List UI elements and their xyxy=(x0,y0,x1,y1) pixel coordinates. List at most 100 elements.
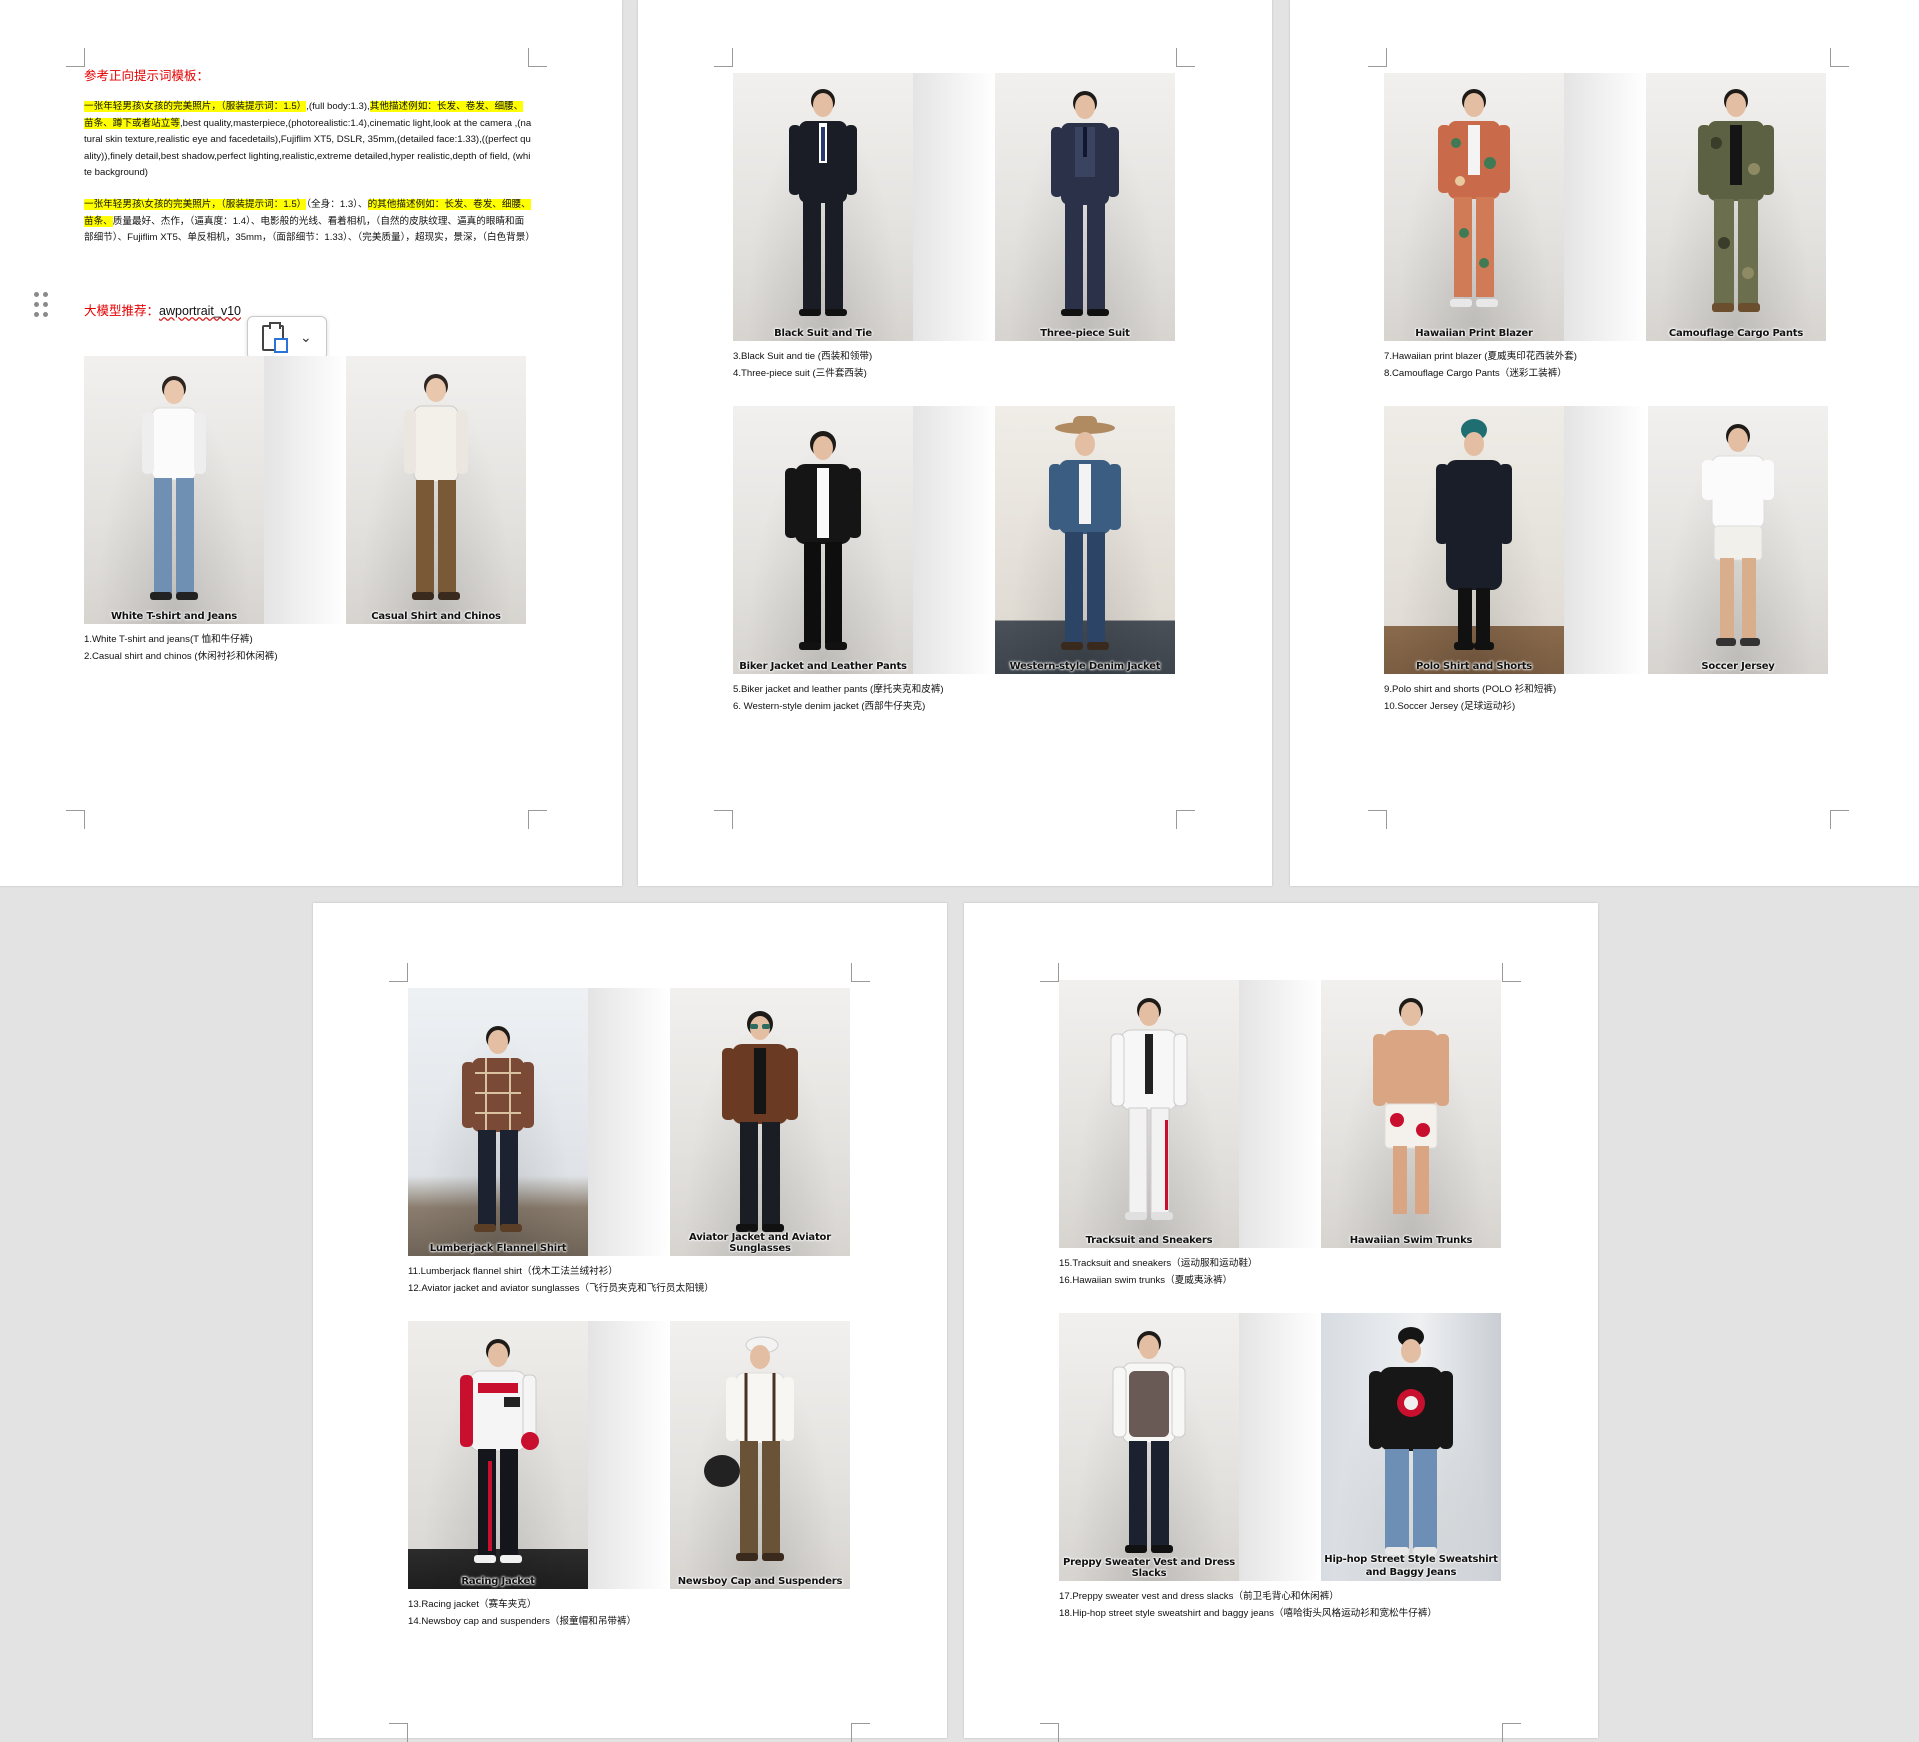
prompt-template-heading: 参考正向提示词模板： xyxy=(84,69,210,83)
prompt-template-english[interactable]: 一张年轻男孩\女孩的完美照片，（服装提示词：1.5）,(full body:1.… xyxy=(84,99,532,182)
person-figure-icon xyxy=(1438,89,1510,307)
outfit-photo[interactable]: Hip-hop Street Style Sweatshirt and Bagg… xyxy=(1321,1313,1501,1581)
image-gap xyxy=(1564,73,1646,341)
photo-caption: Three-piece Suit xyxy=(1040,328,1130,339)
outfit-photo[interactable]: Hawaiian Swim Trunks xyxy=(1321,980,1501,1248)
outfit-description: 16.Hawaiian swim trunks（夏威夷泳裤） xyxy=(1059,1275,1233,1286)
crop-mark xyxy=(1040,963,1059,982)
crop-mark xyxy=(389,1723,408,1742)
highlighted-text: 一张年轻男孩\女孩的完美照片，（服装提示词：1.5） xyxy=(84,101,307,112)
photo-caption: Racing Jacket xyxy=(461,1576,535,1587)
outfit-description: 4.Three-piece suit (三件套西装) xyxy=(733,368,867,379)
document-page-1: 参考正向提示词模板： 一张年轻男孩\女孩的完美照片，（服装提示词：1.5）,(f… xyxy=(0,0,622,886)
crop-mark xyxy=(1040,1723,1059,1742)
outfit-description: 5.Biker jacket and leather pants (摩托夹克和皮… xyxy=(733,684,944,695)
clipboard-icon xyxy=(262,322,288,353)
crop-mark xyxy=(851,963,870,982)
outfit-photo[interactable]: Aviator Jacket and Aviator Sunglasses xyxy=(670,988,850,1256)
outfit-photo[interactable]: Biker Jacket and Leather Pants xyxy=(733,406,913,674)
outfit-description: 15.Tracksuit and sneakers（运动服和运动鞋） xyxy=(1059,1258,1258,1269)
model-recommendation: 大模型推荐：awportrait_v10 xyxy=(84,300,241,319)
person-figure-icon xyxy=(1436,419,1512,650)
photo-caption: Polo Shirt and Shorts xyxy=(1415,661,1533,672)
person-figure-icon xyxy=(789,89,857,316)
prompt-template-chinese[interactable]: 一张年轻男孩\女孩的完美照片，（服装提示词：1.5）（全身：1.3）、的其他描述… xyxy=(84,197,535,247)
chevron-down-icon: ⌄ xyxy=(300,329,312,345)
outfit-description: 9.Polo shirt and shorts (POLO 衫和短裤) xyxy=(1384,684,1557,695)
image-gap xyxy=(1239,980,1321,1248)
photo-caption: Tracksuit and Sneakers xyxy=(1085,1235,1213,1246)
outfit-photo[interactable]: Preppy Sweater Vest and Dress Slacks xyxy=(1059,1313,1239,1581)
outfit-photo[interactable]: Soccer Jersey xyxy=(1648,406,1828,674)
outfit-description: 18.Hip-hop street style sweatshirt and b… xyxy=(1059,1608,1438,1619)
outfit-description: 2.Casual shirt and chinos (休闲衬衫和休闲裤) xyxy=(84,651,278,662)
crop-mark xyxy=(1502,963,1521,982)
person-figure-icon xyxy=(1110,998,1188,1220)
outfit-photo[interactable]: Camouflage Cargo Pants xyxy=(1646,73,1826,341)
crop-mark xyxy=(1502,1723,1521,1742)
prompt-text: （全身：1.3）、 xyxy=(306,199,368,210)
outfit-description: 8.Camouflage Cargo Pants（迷彩工装裤） xyxy=(1384,368,1567,379)
image-gap xyxy=(1239,1313,1321,1581)
image-gap xyxy=(913,73,995,341)
photo-caption: Biker Jacket and Leather Pants xyxy=(739,661,907,672)
image-gap xyxy=(1564,406,1646,674)
crop-mark xyxy=(389,963,408,982)
photo-caption: Aviator Jacket and Aviator Sunglasses xyxy=(689,1232,831,1254)
outfit-photo[interactable]: Racing Jacket xyxy=(408,1321,588,1589)
document-page-5: Tracksuit and Sneakers Hawaiian Swim Tru… xyxy=(964,903,1598,1742)
person-figure-icon xyxy=(1698,89,1774,312)
crop-mark xyxy=(1176,48,1195,67)
image-gap xyxy=(913,406,995,674)
outfit-description: 14.Newsboy cap and suspenders（报童帽和吊带裤） xyxy=(408,1616,637,1627)
crop-mark xyxy=(1830,810,1849,829)
crop-mark xyxy=(66,48,85,67)
crop-mark xyxy=(1176,810,1195,829)
outfit-photo[interactable]: Tracksuit and Sneakers xyxy=(1059,980,1239,1248)
photo-caption: Casual Shirt and Chinos xyxy=(371,611,501,622)
photo-caption: Western-style Denim Jacket xyxy=(1009,661,1161,672)
person-figure-icon xyxy=(1369,1327,1453,1555)
outfit-description: 1.White T-shirt and jeans(T 恤和牛仔裤) xyxy=(84,634,253,645)
outfit-photo[interactable]: Casual Shirt and Chinos xyxy=(346,356,526,624)
person-figure-icon xyxy=(785,431,861,650)
photo-caption: Hawaiian Swim Trunks xyxy=(1349,1235,1473,1246)
prompt-text: 质量最好、杰作，（逼真度：1.4）、电影般的光线、看着相机，（自然的皮肤纹理、逼… xyxy=(84,215,535,244)
outfit-photo[interactable]: Hawaiian Print Blazer xyxy=(1384,73,1564,341)
crop-mark xyxy=(851,1723,870,1742)
prompt-text: ,(full body:1.3), xyxy=(306,101,370,112)
crop-mark xyxy=(66,810,85,829)
person-figure-icon xyxy=(1049,416,1121,650)
crop-mark xyxy=(1830,48,1849,67)
document-page-3: Hawaiian Print Blazer Camouflage Cargo P… xyxy=(1290,0,1919,886)
crop-mark xyxy=(528,48,547,67)
crop-mark xyxy=(1368,810,1387,829)
person-figure-icon xyxy=(460,1339,539,1563)
outfit-photo[interactable]: White T-shirt and Jeans xyxy=(84,356,264,624)
photo-caption: Camouflage Cargo Pants xyxy=(1668,328,1804,339)
person-figure-icon xyxy=(704,1336,794,1561)
image-gap xyxy=(588,988,670,1256)
outfit-photo[interactable]: Newsboy Cap and Suspenders xyxy=(670,1321,850,1589)
outfit-description: 3.Black Suit and tie (西装和领带) xyxy=(733,351,873,362)
person-figure-icon xyxy=(1051,91,1119,316)
outfit-photo[interactable]: Black Suit and Tie xyxy=(733,73,913,341)
document-page-4: Lumberjack Flannel Shirt Aviator Jacket … xyxy=(313,903,947,1742)
outfit-description: 17.Preppy sweater vest and dress slacks（… xyxy=(1059,1591,1339,1602)
outfit-photo[interactable]: Lumberjack Flannel Shirt xyxy=(408,988,588,1256)
outfit-description: 7.Hawaiian print blazer (夏威夷印花西装外套) xyxy=(1384,351,1577,362)
outfit-photo[interactable]: Three-piece Suit xyxy=(995,73,1175,341)
model-label: 大模型推荐： xyxy=(84,304,160,318)
crop-mark xyxy=(528,810,547,829)
outfit-photo[interactable]: Polo Shirt and Shorts xyxy=(1384,406,1564,674)
drag-handle-icon[interactable] xyxy=(34,292,52,322)
document-page-2: Black Suit and Tie Three-piece Suit 3.Bl… xyxy=(638,0,1272,886)
outfit-description: 6. Western-style denim jacket (西部牛仔夹克) xyxy=(733,701,926,712)
photo-caption: Hip-hop Street Style Sweatshirt and Bagg… xyxy=(1324,1554,1498,1578)
outfit-description: 10.Soccer Jersey (足球运动衫) xyxy=(1384,701,1516,712)
outfit-photo[interactable]: Western-style Denim Jacket xyxy=(995,406,1175,674)
person-figure-icon xyxy=(1112,1331,1186,1553)
photo-caption: Soccer Jersey xyxy=(1701,661,1775,672)
paste-options-button[interactable]: ⌄ xyxy=(247,316,327,360)
image-gap xyxy=(588,1321,670,1589)
